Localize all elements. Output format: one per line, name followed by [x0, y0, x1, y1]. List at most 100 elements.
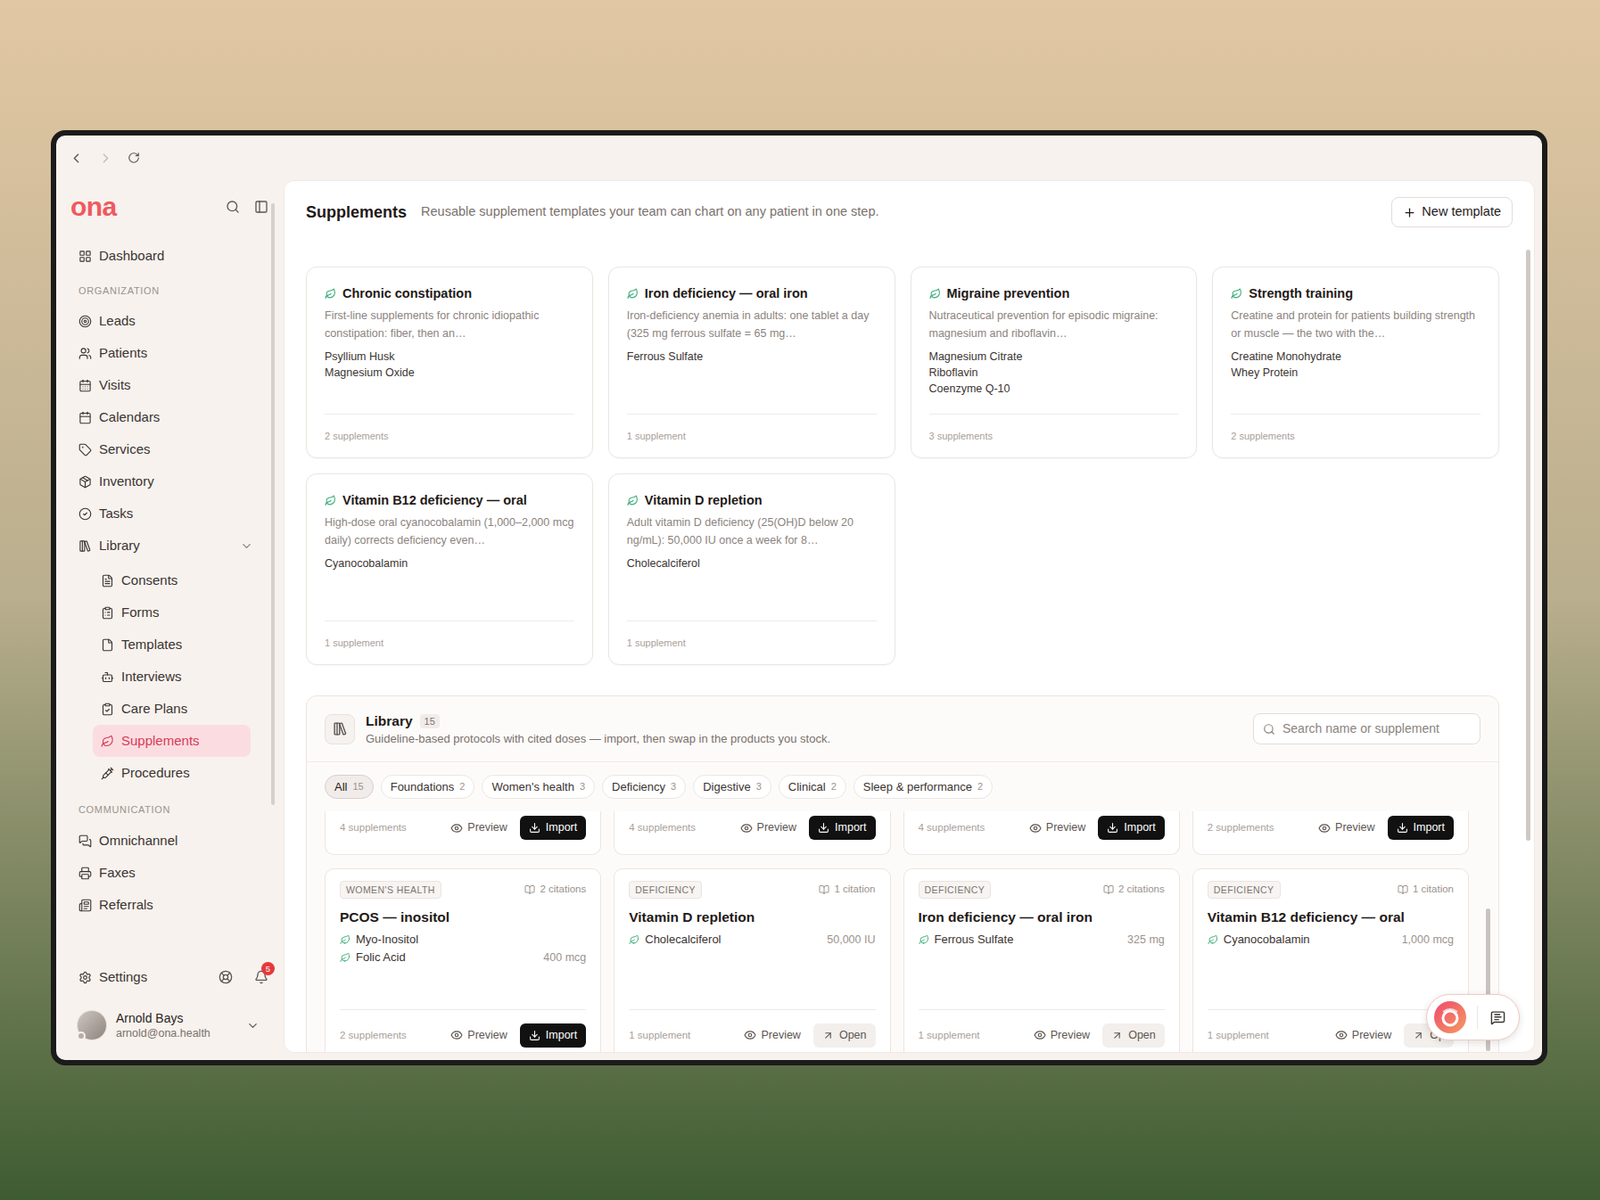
preview-button[interactable]: Preview [738, 1023, 806, 1048]
preview-button[interactable]: Preview [445, 1023, 512, 1048]
assistant-logo-icon[interactable] [1432, 999, 1469, 1036]
open-button[interactable]: Open [1102, 1023, 1165, 1048]
sidebar-item[interactable]: Dashboard [70, 239, 262, 273]
dose: 400 mcg [543, 949, 586, 967]
library-card[interactable]: 4 supplementsPreviewImport [613, 811, 891, 856]
new-template-button[interactable]: New template [1391, 197, 1513, 228]
template-card[interactable]: Migraine preventionNutraceutical prevent… [910, 266, 1198, 459]
leaf-icon [626, 494, 639, 507]
filter-chip[interactable]: Deficiency3 [602, 775, 686, 800]
supplement-name: Whey Protein [1230, 364, 1481, 381]
library-card[interactable]: WOMEN'S HEALTH2 citationsPCOS — inositol… [324, 868, 602, 1054]
sidebar-item[interactable]: Procedures [92, 757, 251, 790]
preview-button[interactable]: Preview [734, 816, 802, 841]
filter-chip[interactable]: Foundations2 [380, 775, 476, 800]
sidebar-item[interactable]: Forms [92, 596, 251, 629]
filter-chip[interactable]: Clinical2 [778, 775, 847, 800]
sidebar-item[interactable]: Faxes [70, 857, 262, 890]
nav-icon [100, 606, 115, 620]
library-card[interactable]: 4 supplementsPreviewImport [324, 811, 602, 856]
sidebar-item[interactable]: Care Plans [92, 692, 251, 726]
sidebar-item[interactable]: Tasks [70, 497, 262, 530]
sidebar-item[interactable]: Patients [70, 337, 262, 370]
sidebar-item[interactable]: Library [70, 529, 262, 562]
nav-icon [78, 866, 92, 881]
library-search[interactable] [1253, 713, 1481, 745]
sidebar-item[interactable]: Services [70, 433, 262, 466]
import-button[interactable]: Import [1387, 816, 1454, 841]
template-card[interactable]: Vitamin B12 deficiency — oralHigh-dose o… [305, 473, 594, 666]
help-icon[interactable] [218, 970, 233, 985]
preview-button[interactable]: Preview [445, 816, 512, 841]
library-card[interactable]: DEFICIENCY2 citationsIron deficiency — o… [903, 868, 1180, 1054]
chevron-down-icon[interactable] [239, 539, 254, 553]
template-card[interactable]: Chronic constipationFirst-line supplemen… [305, 266, 594, 459]
reload-icon[interactable] [127, 151, 141, 165]
filter-chip[interactable]: All15 [324, 775, 374, 800]
chat-icon[interactable] [1490, 1010, 1506, 1026]
back-icon[interactable] [68, 150, 84, 166]
browser-window: onaDashboardORGANIZATIONLeadsPatientsVis… [50, 130, 1548, 1066]
preview-button[interactable]: Preview [1329, 1023, 1397, 1048]
supplement-name: Cholecalciferol [626, 555, 877, 572]
template-card[interactable]: Strength trainingCreatine and protein fo… [1212, 266, 1500, 459]
sidebar-item[interactable]: Interviews [92, 660, 251, 693]
citation-icon [524, 884, 536, 896]
preview-button[interactable]: Preview [1312, 816, 1380, 841]
sidebar-scrollbar[interactable] [270, 180, 284, 1061]
library-card[interactable]: 4 supplementsPreviewImport [903, 811, 1180, 856]
library-card[interactable]: 2 supplementsPreviewImport [1192, 811, 1469, 856]
template-description: Creatine and protein for patients buildi… [1230, 306, 1481, 343]
import-button[interactable]: Import [1097, 816, 1164, 841]
sidebar-item[interactable]: Consents [92, 564, 251, 597]
import-button[interactable]: Import [808, 816, 875, 841]
template-footer: 2 supplements [324, 413, 575, 458]
avatar [76, 1010, 108, 1041]
category-tag: DEFICIENCY [628, 881, 702, 899]
template-title: Vitamin D repletion [644, 491, 763, 510]
eye-icon [450, 822, 463, 835]
chevron-down-icon[interactable] [246, 1019, 260, 1033]
user-row[interactable]: Arnold Baysarnold@ona.health [76, 1003, 271, 1048]
template-footer: 1 supplement [324, 620, 575, 665]
sidebar-item[interactable]: Omnichannel [70, 824, 262, 858]
search-icon[interactable] [225, 199, 240, 215]
import-button[interactable]: Import [519, 1023, 586, 1048]
nav-icon [78, 379, 92, 393]
panel-left-icon[interactable] [254, 199, 269, 215]
sidebar-item[interactable]: Referrals [70, 889, 262, 922]
desktop: onaDashboardORGANIZATIONLeadsPatientsVis… [0, 0, 1600, 1200]
preview-button[interactable]: Preview [1023, 816, 1091, 841]
settings-link[interactable]: Settings [98, 967, 148, 989]
search-input[interactable] [1282, 719, 1471, 739]
preview-button[interactable]: Preview [1028, 1023, 1096, 1048]
gear-icon[interactable] [78, 971, 92, 985]
sidebar-item[interactable]: Templates [92, 628, 251, 661]
filter-chip[interactable]: Sleep & performance2 [853, 775, 993, 800]
import-button[interactable]: Import [519, 816, 586, 841]
filter-chip[interactable]: Women's health3 [481, 775, 595, 800]
library-card[interactable]: DEFICIENCY1 citationVitamin D repletionC… [613, 868, 891, 1054]
library-icon [332, 721, 348, 737]
nav-icon [100, 670, 115, 685]
open-button[interactable]: Open [813, 1023, 876, 1048]
leaf-icon [339, 952, 351, 964]
filter-chip[interactable]: Digestive3 [692, 775, 772, 800]
library-subtitle: Guideline-based protocols with cited dos… [365, 731, 831, 748]
sidebar-item[interactable]: Visits [70, 369, 262, 402]
sidebar-item[interactable]: Calendars [70, 401, 262, 434]
template-card[interactable]: Vitamin D repletionAdult vitamin D defic… [608, 473, 896, 666]
chat-widget[interactable] [1426, 994, 1520, 1041]
sidebar-item[interactable]: Inventory [70, 465, 262, 498]
notifications-button[interactable]: 5 [254, 970, 269, 985]
forward-icon[interactable] [98, 150, 114, 166]
user-name: Arnold Bays [115, 1011, 211, 1027]
logo[interactable]: ona [70, 193, 117, 221]
eye-icon [1033, 1029, 1047, 1042]
template-card[interactable]: Iron deficiency — oral ironIron-deficien… [608, 266, 896, 459]
sidebar-item[interactable]: Leads [70, 305, 262, 338]
leaf-icon [918, 934, 930, 946]
user-email: arnold@ona.health [115, 1026, 211, 1041]
sidebar-item[interactable]: Supplements [92, 725, 251, 758]
main-scrollbar[interactable] [1521, 243, 1535, 1053]
